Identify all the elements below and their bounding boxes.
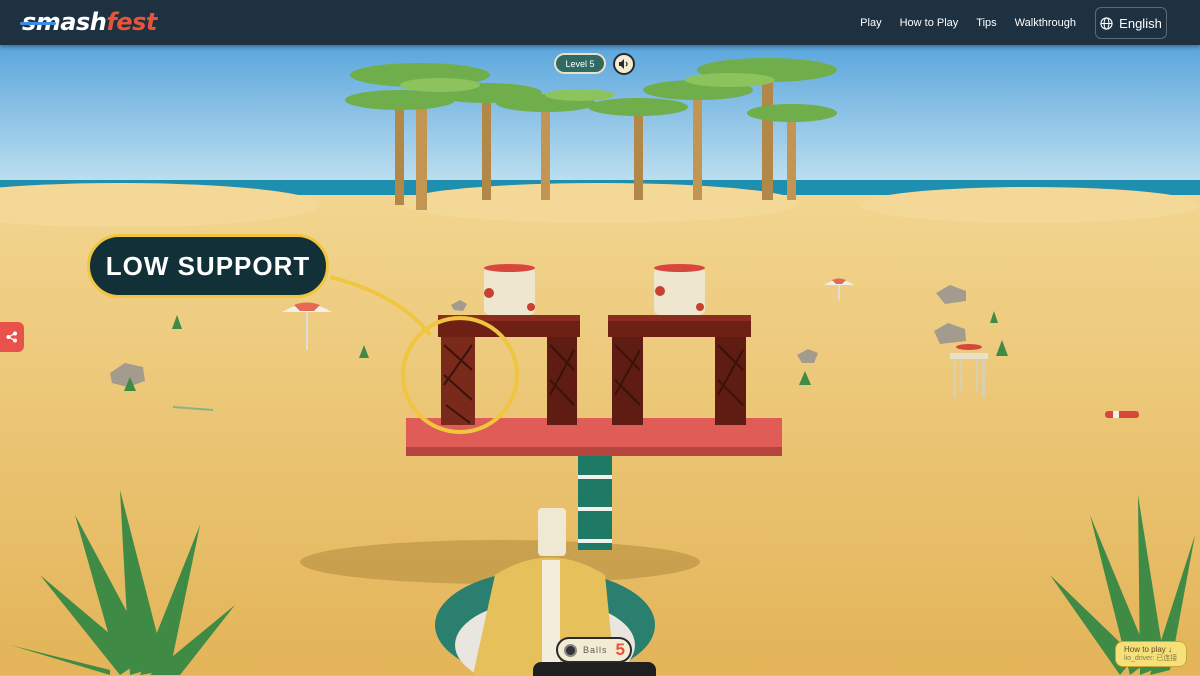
balls-remaining: Balls 5 [556,637,632,663]
bottom-toolbar[interactable] [533,662,656,676]
nav-play[interactable]: Play [860,17,881,29]
language-label: English [1119,15,1162,31]
balls-count: 5 [615,640,625,659]
smashfest-logo[interactable]: smashfest [20,6,157,38]
logo-text-b: fest [106,8,157,36]
how-to-play-label: How to play ↓ [1124,645,1173,654]
sound-toggle-button[interactable] [613,53,635,75]
level-indicator: Level 5 [554,53,606,74]
site-header: smashfest Play How to Play Tips Walkthro… [0,0,1200,45]
dropped-can [1105,411,1139,418]
language-button[interactable]: English [1095,7,1167,39]
nav-tips[interactable]: Tips [976,17,996,29]
ball-icon [564,643,577,657]
balls-label: Balls [583,645,608,655]
game-canvas[interactable] [0,45,1200,675]
nav-how-to-play[interactable]: How to Play [900,17,959,29]
how-to-play-widget[interactable]: How to play ↓ lio_driver: 已连接 [1115,641,1187,667]
nav-walkthrough[interactable]: Walkthrough [1015,17,1076,29]
low-support-callout: LOW SUPPORT [87,234,329,298]
main-nav: Play How to Play Tips Walkthrough [842,0,1076,45]
sound-icon [619,59,628,69]
share-icon [6,331,17,343]
how-to-play-sub: lio_driver: 已连接 [1124,655,1178,662]
globe-icon [1100,16,1113,30]
logo-streak [20,22,56,25]
share-button[interactable] [0,322,24,352]
